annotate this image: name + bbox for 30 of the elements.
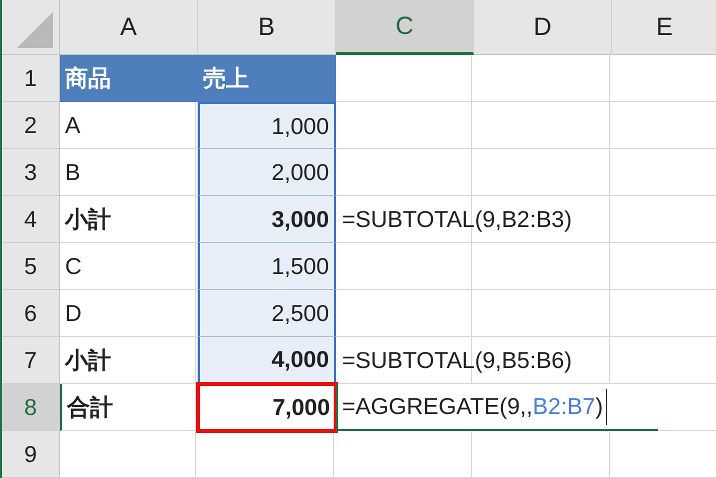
- row-header[interactable]: 5: [2, 243, 60, 290]
- table-cell: 1,000: [198, 102, 336, 149]
- row-header[interactable]: 4: [2, 196, 60, 243]
- formula-text: =AGGREGATE(9,,B2:B7): [342, 392, 603, 420]
- column-header[interactable]: B: [198, 0, 336, 55]
- table-cell: 1,500: [198, 243, 336, 290]
- formula-text: =SUBTOTAL(9,B5:B6): [342, 346, 572, 374]
- column-header[interactable]: E: [612, 0, 716, 55]
- row-header[interactable]: 6: [2, 290, 60, 337]
- row-header[interactable]: 3: [2, 149, 60, 196]
- column-header[interactable]: C: [336, 0, 474, 55]
- row-header[interactable]: 7: [2, 337, 60, 384]
- table-cell: 商品: [60, 55, 198, 102]
- row-header[interactable]: 1: [2, 55, 60, 102]
- column-header[interactable]: A: [60, 0, 198, 55]
- row-header[interactable]: 8: [2, 384, 60, 431]
- table-cell: 売上: [198, 55, 336, 102]
- table-cell: 7,000: [198, 384, 336, 431]
- table-cell: 2,500: [198, 290, 336, 337]
- table-cell: 4,000: [198, 337, 336, 384]
- triangle-icon: [17, 12, 53, 48]
- formula-text: =SUBTOTAL(9,B2:B3): [342, 206, 572, 234]
- column-header[interactable]: D: [474, 0, 612, 55]
- row-header[interactable]: 9: [2, 431, 60, 478]
- table-cell: 2,000: [198, 149, 336, 196]
- cell-editor[interactable]: =AGGREGATE(9,,B2:B7): [336, 384, 658, 431]
- table-cell: 3,000: [198, 196, 336, 243]
- text-cursor: [606, 388, 607, 424]
- select-all-button[interactable]: [2, 0, 60, 55]
- row-header[interactable]: 2: [2, 102, 60, 149]
